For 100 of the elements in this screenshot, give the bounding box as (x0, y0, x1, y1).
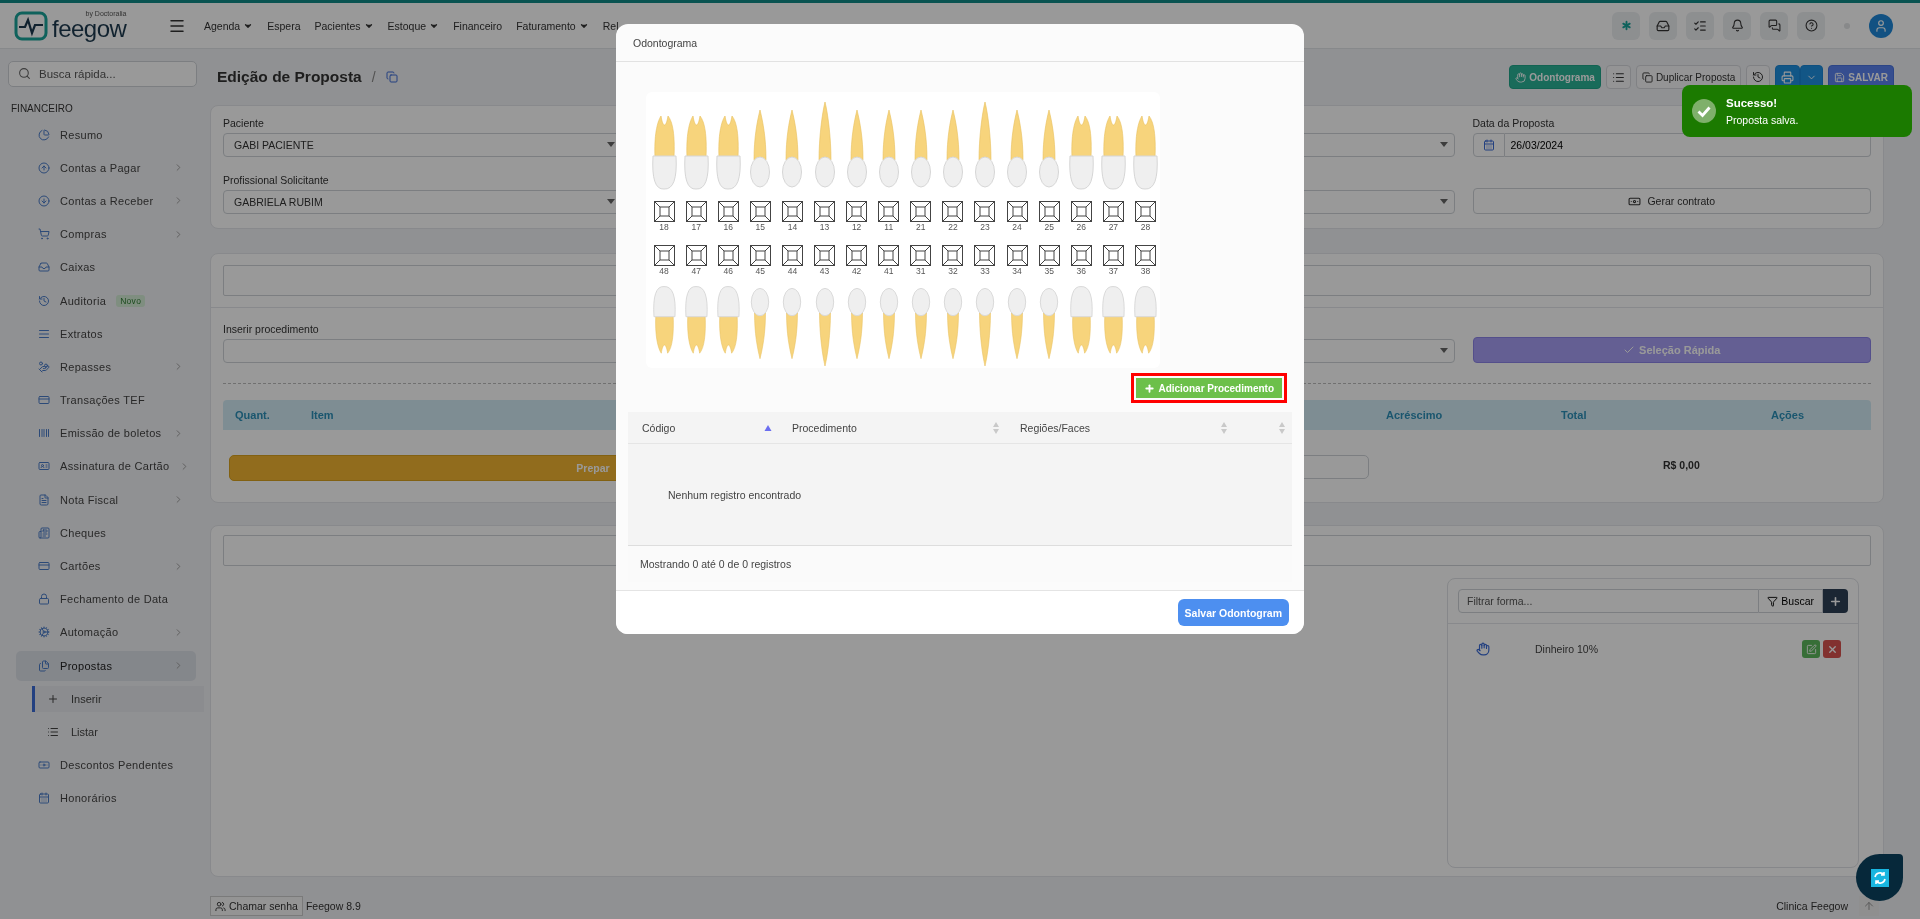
tooth-faces-icon[interactable] (781, 200, 803, 222)
tooth-number: 42 (851, 266, 862, 276)
delete-button[interactable] (1823, 640, 1841, 658)
sidebar-item[interactable]: Transações TEF (16, 385, 196, 416)
sort-ascending-icon[interactable] (764, 423, 772, 432)
tooth-number: 23 (980, 222, 990, 232)
tooth-faces-icon[interactable] (1006, 244, 1028, 266)
sidebar-item[interactable]: Contas a Receber (16, 185, 196, 216)
tooth-faces-icon[interactable] (910, 200, 932, 222)
bell-icon (1730, 19, 1744, 32)
help-button[interactable] (1797, 11, 1825, 40)
section-title: FINANCEIRO (11, 103, 74, 114)
save-odontogram-button[interactable]: Salvar Odontogram (1177, 599, 1289, 626)
notifications-button[interactable] (1723, 11, 1751, 40)
scroll-top-button[interactable] (1859, 896, 1879, 916)
tooth-faces-icon[interactable] (974, 200, 996, 222)
sidebar-subitem[interactable]: Listar (32, 718, 204, 745)
sidebar-item[interactable]: Nota Fiscal (16, 484, 196, 515)
tooth-faces-icon[interactable] (814, 200, 835, 222)
sidebar-item[interactable]: Propostas (16, 650, 196, 681)
sidebar-item[interactable]: Assinatura de Cartão (16, 451, 196, 482)
nav-item[interactable]: Pacientes (314, 19, 374, 32)
nav-item[interactable]: Agenda (204, 19, 254, 32)
field-label: Profissional Solicitante (223, 174, 329, 186)
tooth-faces-icon[interactable] (1070, 244, 1092, 266)
sidebar-item[interactable]: Fechamento de Data (16, 584, 196, 615)
sidebar-item[interactable]: Auditoria Novo (16, 285, 196, 316)
arrow-down-circle-icon (38, 194, 50, 207)
sidebar-item[interactable]: Resumo (16, 119, 196, 150)
support-button[interactable] (1856, 854, 1903, 901)
close-icon (1826, 643, 1838, 655)
tooth-faces-icon[interactable] (878, 200, 900, 222)
tooth-faces-icon[interactable] (814, 244, 835, 266)
tooth-faces-icon[interactable] (974, 244, 996, 266)
tooth-faces-icon[interactable] (1038, 200, 1060, 222)
tooth-faces-icon[interactable] (1070, 200, 1092, 222)
tooth-faces-icon[interactable] (846, 244, 868, 266)
avatar-button[interactable] (1869, 13, 1893, 38)
column-header: Procedimento (792, 421, 857, 434)
tooth-faces-icon[interactable] (685, 200, 707, 222)
add-button[interactable] (1823, 589, 1848, 613)
sidebar-item[interactable]: Cheques (16, 517, 196, 548)
tooth-faces-icon[interactable] (942, 200, 964, 222)
logo-text: feegow (52, 17, 127, 42)
sidebar-item[interactable]: Contas a Pagar (16, 152, 196, 183)
tooth-faces-icon[interactable] (749, 200, 771, 222)
nav-item[interactable]: Financeiro (453, 19, 503, 32)
tasks-button[interactable] (1686, 11, 1714, 40)
tooth-faces-icon[interactable] (846, 200, 868, 222)
sidebar-item[interactable]: Repasses (16, 351, 196, 382)
tooth-faces-icon[interactable] (910, 244, 932, 266)
tooth-faces-icon[interactable] (1134, 244, 1156, 266)
tooth-number: 33 (980, 266, 990, 276)
toast-message: Proposta salva. (1726, 113, 1799, 126)
nav-item[interactable]: Estoque (387, 19, 440, 32)
tooth-faces-icon[interactable] (653, 244, 675, 266)
search-field[interactable]: Busca rápida... (8, 61, 197, 87)
tooth-faces-icon[interactable] (942, 244, 964, 266)
date-field[interactable]: 26/03/2024 (1504, 133, 1871, 157)
chat-button[interactable] (1760, 11, 1788, 40)
tooth-faces-icon[interactable] (1102, 244, 1124, 266)
sidebar-item[interactable]: Automação (16, 617, 196, 648)
favorites-button[interactable] (1612, 11, 1640, 40)
tooth-faces-icon[interactable] (878, 244, 900, 266)
nav-item[interactable]: Espera (267, 19, 301, 32)
tooth-faces-icon[interactable] (1134, 200, 1156, 222)
column-header: Total (1561, 409, 1587, 421)
sidebar-item[interactable]: Compras (16, 219, 196, 250)
tooth-faces-icon[interactable] (781, 244, 803, 266)
tooth-faces-icon[interactable] (1038, 244, 1060, 266)
call-button[interactable]: Chamar senha (210, 896, 303, 916)
sidebar-item[interactable]: Caixas (16, 252, 196, 283)
arrow-up-icon (1863, 900, 1875, 912)
nav-item[interactable]: Rel (602, 19, 619, 32)
tooth-faces-icon[interactable] (1006, 200, 1028, 222)
search-button[interactable]: Buscar (1759, 589, 1823, 613)
tooth-faces-icon[interactable] (717, 200, 739, 222)
user-icon (1874, 18, 1888, 33)
tooth-faces-icon[interactable] (717, 244, 739, 266)
sidebar-item[interactable]: Extratos (16, 318, 196, 349)
list-button[interactable] (1605, 65, 1631, 89)
sidebar-subitem[interactable]: Inserir (32, 685, 204, 712)
filter-field[interactable]: Filtrar forma... (1458, 589, 1760, 613)
inbox-button[interactable] (1649, 11, 1677, 40)
nav-item[interactable]: Faturamento (516, 19, 589, 32)
tooth-faces-icon[interactable] (685, 244, 707, 266)
tooth-faces-icon[interactable] (749, 244, 771, 266)
sidebar-item[interactable]: Descontos Pendentes (16, 749, 196, 780)
duplicate-button[interactable]: Duplicar Proposta (1635, 65, 1742, 89)
sidebar-item[interactable]: Cartões (16, 551, 196, 582)
tooth-number: 46 (723, 266, 733, 276)
tooth-number: 24 (1012, 222, 1022, 232)
tooth-faces-icon[interactable] (1102, 200, 1124, 222)
sidebar-item[interactable]: Emissão de boletos (16, 418, 196, 449)
tooth-number: 25 (1044, 222, 1054, 232)
contract-button[interactable]: Gerar contrato (1472, 188, 1871, 214)
tooth-faces-icon[interactable] (653, 200, 675, 222)
inbox-icon (38, 261, 50, 274)
sidebar-item[interactable]: Honorários (16, 782, 196, 813)
toast-title: Sucesso! (1726, 96, 1779, 109)
